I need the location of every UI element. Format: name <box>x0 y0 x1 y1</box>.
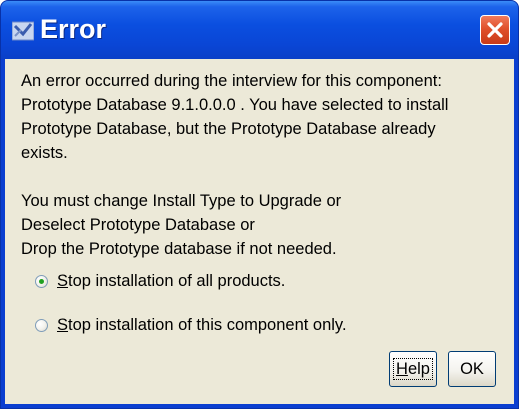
title-bar[interactable]: Error <box>1 1 518 59</box>
mnemonic-letter: H <box>396 360 408 378</box>
message-line: Prototype Database, but the Prototype Da… <box>21 120 436 138</box>
option-label: Stop installation of this component only… <box>57 316 347 335</box>
message-line: Prototype Database 9.1.0.0.0 . You have … <box>21 96 449 114</box>
close-button[interactable] <box>480 15 510 45</box>
close-icon <box>487 22 503 38</box>
ok-button[interactable]: OK <box>448 351 496 387</box>
error-message: An error occurred during the interview f… <box>21 69 448 261</box>
java-app-icon <box>11 21 35 41</box>
error-dialog: Error An error occurred during the inter… <box>0 0 519 409</box>
message-line <box>21 165 448 189</box>
message-line: An error occurred during the interview f… <box>21 72 442 90</box>
option-stop-this-component[interactable]: Stop installation of this component only… <box>35 313 347 337</box>
message-line: You must change Install Type to Upgrade … <box>21 192 342 210</box>
message-line: exists. <box>21 144 68 162</box>
focus-indicator: Help <box>393 358 433 380</box>
message-line: Drop the Prototype database if not neede… <box>21 240 337 258</box>
radio-button[interactable] <box>35 318 48 332</box>
mnemonic-letter: S <box>57 271 69 290</box>
help-button[interactable]: Help <box>389 351 437 387</box>
help-button-label: elp <box>407 360 430 378</box>
option-stop-all-products[interactable]: Stop installation of all products. <box>35 269 285 293</box>
option-label-text: top installation of this component only. <box>68 315 347 334</box>
message-line: Deselect Prototype Database or <box>21 216 255 234</box>
mnemonic-letter: S <box>57 315 69 334</box>
dialog-body: An error occurred during the interview f… <box>5 59 514 404</box>
option-label-text: top installation of all products. <box>68 271 286 290</box>
option-label: Stop installation of all products. <box>57 272 285 291</box>
radio-button-selected[interactable] <box>35 274 48 288</box>
dialog-title: Error <box>40 14 107 44</box>
